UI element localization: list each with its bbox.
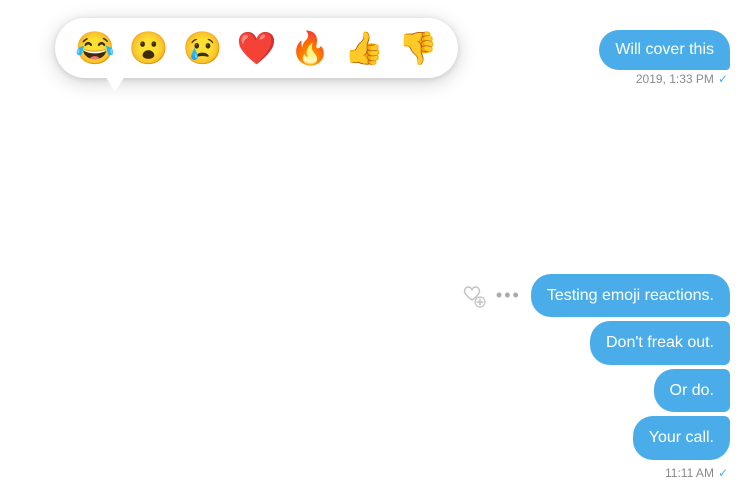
top-message-text: Will cover this [615,41,714,58]
message-row-2: Don't freak out. [20,321,730,365]
chat-container: Will cover this 2019, 1:33 PM ✓ 😂 😮 😢 ❤️… [0,0,750,500]
message-text-2: Don't freak out. [606,334,714,351]
top-checkmark-icon: ✓ [718,72,728,86]
reaction-thumbs-up[interactable]: 👍 [344,32,384,64]
top-message-row: Will cover this 2019, 1:33 PM ✓ [599,30,730,86]
bottom-checkmark-icon: ✓ [718,466,728,480]
message-row-1: ••• Testing emoji reactions. [20,274,730,318]
message-row-4: Your call. [20,416,730,460]
reaction-heart[interactable]: ❤️ [237,32,277,64]
message-bubble-4: Your call. [633,416,730,460]
message-bubble-1: Testing emoji reactions. [531,274,730,318]
add-reaction-icon[interactable] [460,282,486,308]
top-message-bubble: Will cover this [599,30,730,70]
reaction-fire[interactable]: 🔥 [290,32,330,64]
message-row-3: Or do. [20,369,730,413]
reaction-thumbs-down[interactable]: 👎 [398,32,438,64]
bottom-timestamp-row: 11:11 AM ✓ [20,466,730,480]
top-timestamp-row: 2019, 1:33 PM ✓ [636,72,730,86]
reaction-cry[interactable]: 😢 [183,32,223,64]
more-options-icon[interactable]: ••• [496,286,521,304]
messages-area: ••• Testing emoji reactions. Don't freak… [20,274,730,480]
message-actions: ••• [460,282,521,308]
message-bubble-3: Or do. [654,369,730,413]
reaction-laugh-cry[interactable]: 😂 [75,32,115,64]
reaction-popup: 😂 😮 😢 ❤️ 🔥 👍 👎 [55,18,458,78]
message-bubble-2: Don't freak out. [590,321,730,365]
message-text-3: Or do. [670,382,714,399]
bottom-timestamp: 11:11 AM [665,466,714,480]
reaction-surprised[interactable]: 😮 [129,32,169,64]
message-text-1: Testing emoji reactions. [547,287,714,304]
top-timestamp: 2019, 1:33 PM [636,72,714,86]
message-text-4: Your call. [649,429,714,446]
